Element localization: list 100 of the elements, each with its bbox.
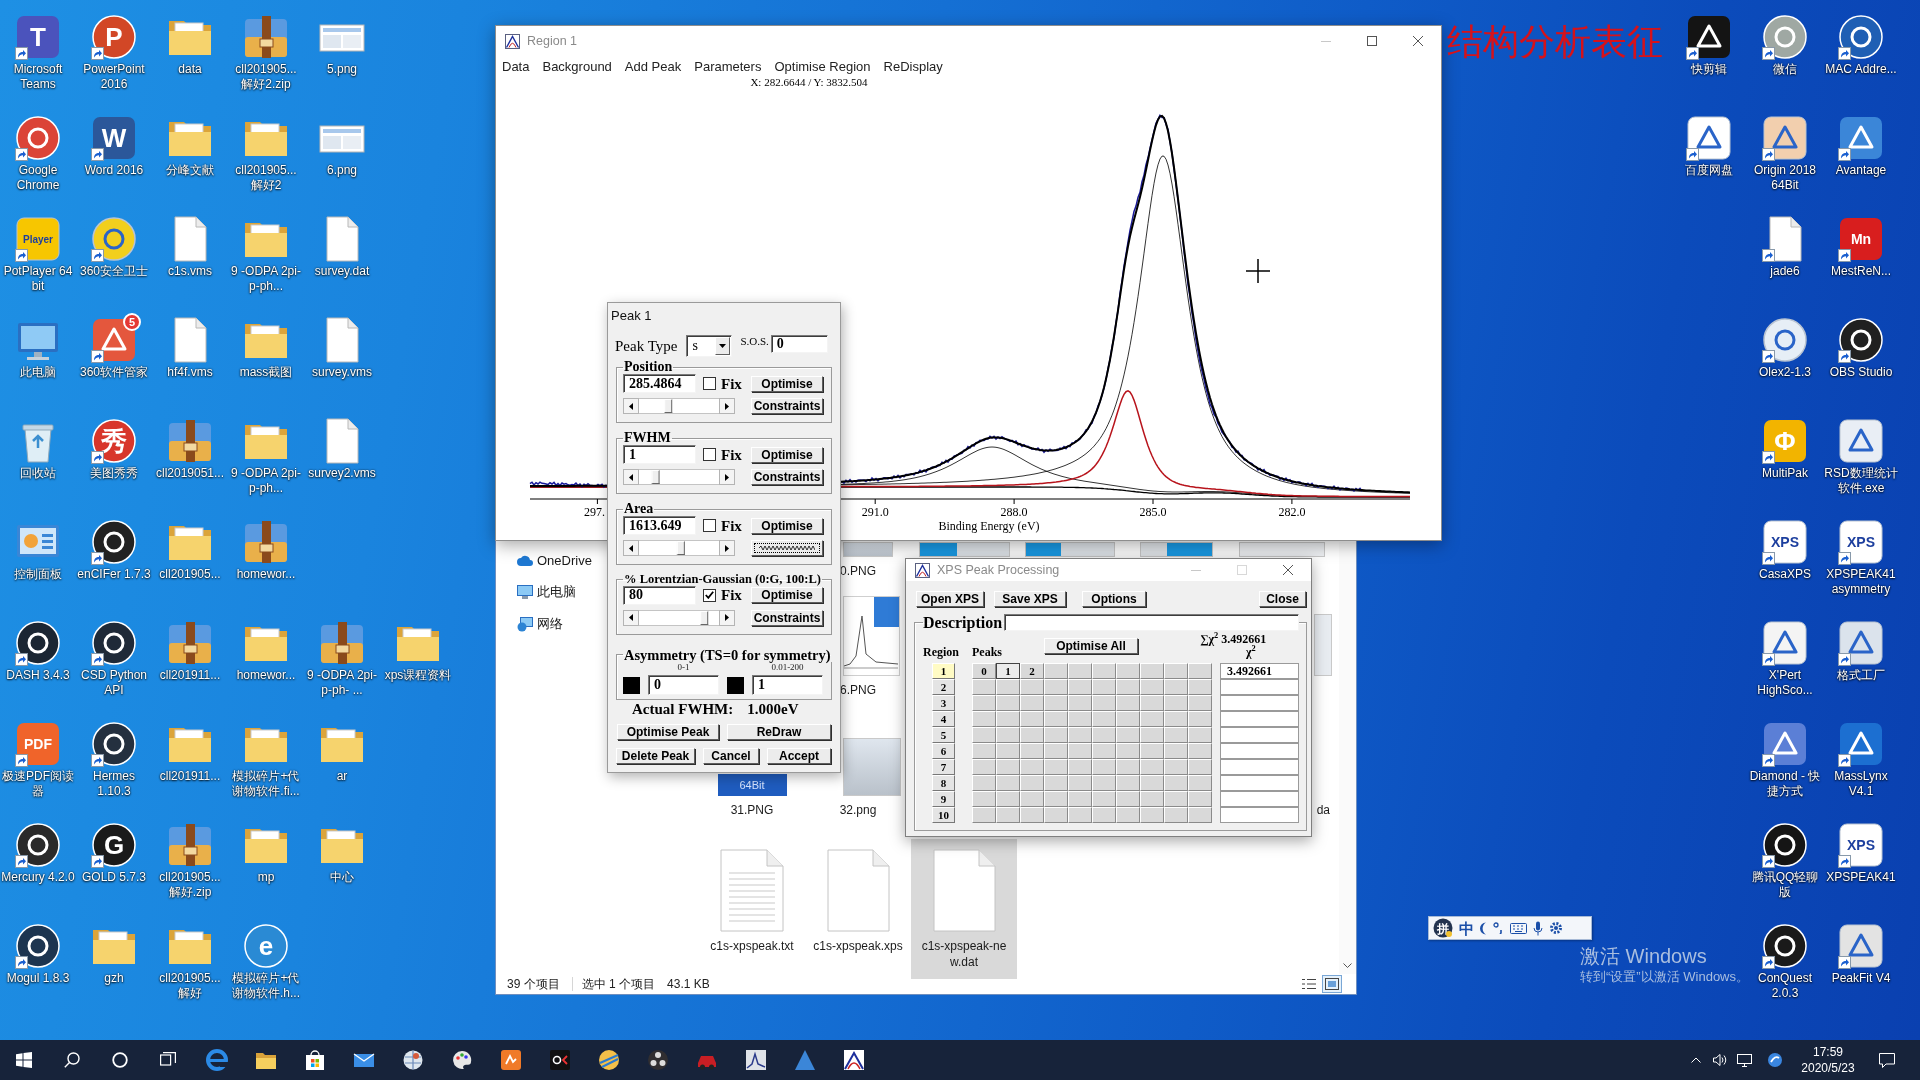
menu-item[interactable]: ReDisplay bbox=[883, 58, 943, 74]
peak-cell[interactable] bbox=[1092, 791, 1116, 807]
icon-label[interactable]: mp bbox=[257, 870, 275, 885]
peak-cell[interactable] bbox=[1164, 711, 1188, 727]
peak-cell[interactable] bbox=[1188, 775, 1212, 791]
icon-label[interactable]: XPSPEAK41 asymmetry bbox=[1823, 567, 1899, 597]
icon-label[interactable]: xps课程资料 bbox=[384, 668, 452, 683]
region-button[interactable]: 4 bbox=[932, 711, 955, 727]
icon-label[interactable]: PowerPoint 2016 bbox=[76, 62, 152, 92]
peak-cell[interactable] bbox=[1020, 775, 1044, 791]
peak-cell[interactable] bbox=[1068, 727, 1092, 743]
peak-cell[interactable] bbox=[1092, 759, 1116, 775]
peak-cell[interactable] bbox=[1188, 679, 1212, 695]
icon-label[interactable]: survey.vms bbox=[312, 365, 372, 380]
close-icon[interactable] bbox=[1283, 565, 1293, 575]
icon-label[interactable]: Origin 2018 64Bit bbox=[1747, 163, 1823, 193]
icon-label[interactable]: GOLD 5.7.3 bbox=[82, 870, 146, 885]
speaker-icon[interactable] bbox=[1713, 1054, 1727, 1066]
peak-cell[interactable] bbox=[1092, 807, 1116, 823]
optimise-all-button[interactable]: Optimise All bbox=[1044, 638, 1138, 654]
menu-item[interactable]: Add Peak bbox=[624, 58, 682, 74]
peak-type-select[interactable]: s bbox=[686, 335, 733, 357]
peak-cell[interactable] bbox=[1044, 695, 1068, 711]
peak-cell[interactable] bbox=[1068, 791, 1092, 807]
app-tile-icon[interactable] bbox=[1837, 720, 1885, 768]
peak-cell[interactable] bbox=[996, 743, 1020, 759]
icon-label[interactable]: 9 -ODPA 2pi-p-ph... bbox=[228, 466, 304, 496]
app-disc-icon[interactable] bbox=[14, 619, 62, 667]
peak-cell[interactable] bbox=[1092, 711, 1116, 727]
microphone-icon[interactable] bbox=[1533, 920, 1543, 936]
peak-cell[interactable] bbox=[1164, 759, 1188, 775]
toolbar-button[interactable]: Save XPS bbox=[994, 591, 1066, 607]
peak-cell[interactable] bbox=[996, 791, 1020, 807]
icon-label[interactable]: survey2.vms bbox=[308, 466, 376, 481]
icon-label[interactable]: cll201905... 解好.zip bbox=[152, 870, 228, 900]
swatch-icon[interactable] bbox=[623, 676, 640, 694]
icon-label[interactable]: MestReN... bbox=[1831, 264, 1891, 279]
peak-cell[interactable] bbox=[1044, 807, 1068, 823]
app-tile-icon[interactable] bbox=[1761, 619, 1809, 667]
icon-label[interactable]: OBS Studio bbox=[1829, 365, 1893, 380]
image-thumbnail[interactable] bbox=[843, 596, 900, 676]
image-thumbnail[interactable] bbox=[843, 542, 893, 557]
icon-label[interactable]: cll201905... 解好 bbox=[152, 971, 228, 1001]
icon-label[interactable]: Word 2016 bbox=[84, 163, 144, 178]
constraints-button[interactable]: Constraints bbox=[751, 469, 823, 485]
image-thumbnail[interactable] bbox=[1314, 614, 1332, 676]
icon-label[interactable]: 模拟碎片+代谢物软件.fi... bbox=[228, 769, 304, 799]
icon-label[interactable]: X'Pert HighSco... bbox=[1747, 668, 1823, 698]
app-logo[interactable]: W bbox=[90, 114, 138, 162]
monitor-icon[interactable] bbox=[1737, 1053, 1752, 1067]
app-disc-icon[interactable] bbox=[1761, 821, 1809, 869]
peak-cell[interactable] bbox=[1140, 679, 1164, 695]
menu-item[interactable]: Optimise Region bbox=[774, 58, 871, 74]
input-method-icon[interactable] bbox=[1767, 1052, 1783, 1068]
toolbar-button[interactable]: Open XPS bbox=[916, 591, 984, 607]
icon-label[interactable]: cll201905... 解好2.zip bbox=[228, 62, 304, 92]
scroll-arrow-button[interactable] bbox=[623, 398, 639, 414]
peak-cell[interactable] bbox=[1140, 807, 1164, 823]
peak-cell[interactable] bbox=[1188, 759, 1212, 775]
dialog-button[interactable]: Accept bbox=[767, 748, 831, 764]
icon-label[interactable]: MultiPak bbox=[1762, 466, 1808, 481]
fix-checkbox[interactable] bbox=[703, 519, 716, 532]
optimise-button[interactable]: Optimise bbox=[751, 587, 823, 603]
menu-item[interactable]: Background bbox=[542, 58, 612, 74]
peak-cell[interactable] bbox=[1020, 711, 1044, 727]
ime-logo[interactable]: 拼 bbox=[1433, 918, 1453, 938]
icon-label[interactable]: 格式工厂 bbox=[1837, 668, 1885, 683]
file-name[interactable]: 6.PNG bbox=[840, 682, 876, 698]
icon-label[interactable]: Avantage bbox=[1835, 163, 1887, 178]
dialog-button[interactable]: Optimise Peak bbox=[617, 724, 719, 740]
peak-cell[interactable] bbox=[1140, 791, 1164, 807]
app-tile-icon[interactable] bbox=[1837, 922, 1885, 970]
peak-cell[interactable] bbox=[1116, 711, 1140, 727]
constraints-button[interactable]: Constraints bbox=[751, 609, 823, 626]
search-icon[interactable] bbox=[64, 1052, 80, 1068]
peak-cell[interactable] bbox=[1116, 695, 1140, 711]
scroll-arrow-button[interactable] bbox=[623, 469, 639, 485]
peak-cell[interactable] bbox=[1164, 663, 1188, 679]
peak-cell[interactable] bbox=[1044, 727, 1068, 743]
sos-field[interactable]: 0 bbox=[770, 335, 828, 353]
peak-cell[interactable] bbox=[1068, 695, 1092, 711]
start-icon[interactable] bbox=[16, 1052, 32, 1068]
icon-label[interactable]: 百度网盘 bbox=[1685, 163, 1733, 178]
menu-item[interactable]: Data bbox=[502, 58, 530, 74]
app-tile-icon[interactable] bbox=[1761, 720, 1809, 768]
value-field[interactable]: 1 bbox=[623, 445, 696, 464]
peak-cell[interactable] bbox=[1044, 743, 1068, 759]
icon-label[interactable]: 微信 bbox=[1773, 62, 1797, 77]
app-tile-icon[interactable] bbox=[548, 1049, 571, 1071]
file-name[interactable]: c1s-xpspeak.xps bbox=[813, 938, 903, 954]
fix-checkbox[interactable] bbox=[703, 448, 716, 461]
constraints-button[interactable]: Constraints bbox=[751, 398, 823, 414]
peak-cell[interactable] bbox=[996, 711, 1020, 727]
peak-cell[interactable] bbox=[1140, 663, 1164, 679]
app-tile-icon[interactable] bbox=[1685, 13, 1733, 61]
task-view-icon[interactable] bbox=[160, 1052, 176, 1068]
image-thumbnail[interactable]: 64Bit bbox=[717, 774, 787, 796]
icons-view-button[interactable] bbox=[1322, 975, 1342, 993]
settings-icon[interactable] bbox=[1549, 921, 1563, 935]
app-tile-icon[interactable] bbox=[1761, 114, 1809, 162]
